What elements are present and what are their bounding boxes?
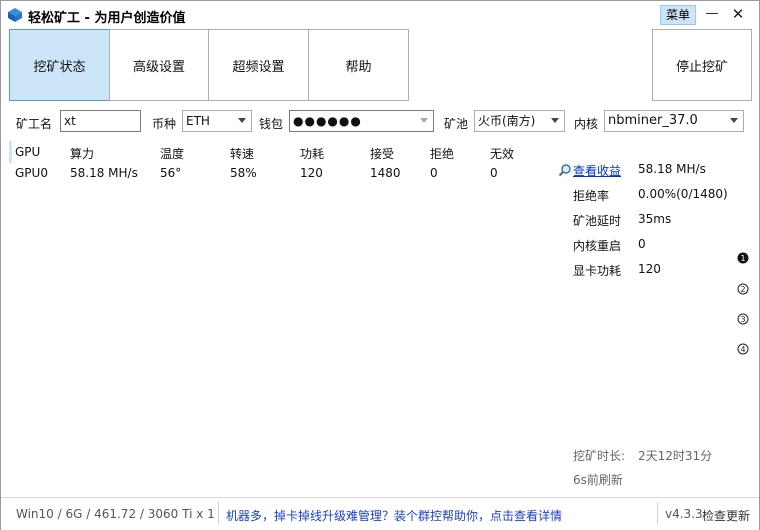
cell-fan-speed: 58% [230, 166, 257, 180]
app-window: 轻松矿工 - 为用户创造价值 菜单 — ✕ 挖矿状态 高级设置 超频设置 帮助 … [0, 0, 760, 530]
minimize-button[interactable]: — [703, 5, 721, 23]
column-header-invalid: 无效 [490, 147, 515, 161]
status-separator [657, 502, 658, 524]
table-header-stripe [9, 141, 12, 163]
tab-label: 挖矿状态 [33, 59, 86, 75]
pool-select[interactable]: 火币(南方) [474, 110, 565, 132]
tab-label: 高级设置 [132, 59, 185, 75]
pool-label: 矿池 [444, 117, 469, 131]
kernel-select-value: nbminer_37.0 [608, 113, 698, 128]
coin-select[interactable]: ETH [182, 110, 252, 132]
cell-temperature: 56° [160, 166, 182, 180]
check-update-button[interactable]: 检查更新 [702, 507, 750, 524]
tab-mining-status[interactable]: 挖矿状态 [9, 29, 110, 101]
total-hashrate-value: 58.18 MH/s [638, 162, 706, 176]
page-dot-label: 3 [740, 315, 745, 324]
pool-latency-label: 矿池延时 [573, 214, 622, 228]
wallet-label: 钱包 [259, 117, 284, 131]
magnifier-icon [558, 164, 571, 177]
gpu-power-value: 120 [638, 262, 661, 276]
refresh-status: 6s前刷新 [573, 473, 623, 487]
chevron-down-icon [238, 118, 246, 123]
app-logo-icon [8, 8, 22, 22]
pool-select-value: 火币(南方) [478, 114, 536, 128]
gpu-table: GPU 算力 温度 转速 功耗 接受 拒绝 无效 GPU0 58.18 MH/s… [9, 141, 549, 491]
wallet-input[interactable]: ●●●●●● [289, 110, 434, 132]
cell-gpu: GPU0 [15, 166, 48, 180]
page-dot-2[interactable]: 2 [737, 283, 749, 295]
version-label: v4.3.3 [665, 507, 703, 521]
group-control-promo-link[interactable]: 机器多，掉卡掉线升级难管理？装个群控帮助你，点击查看详情 [226, 507, 562, 524]
chevron-down-icon [420, 118, 428, 123]
column-header-hashrate: 算力 [70, 147, 95, 161]
page-dot-label: 2 [740, 285, 745, 294]
kernel-restart-value: 0 [638, 237, 646, 251]
title-bar[interactable]: 轻松矿工 - 为用户创造价值 菜单 — ✕ [1, 1, 759, 29]
status-bar: Win10 / 6G / 461.72 / 3060 Ti x 1 机器多，掉卡… [1, 497, 759, 530]
stop-mining-label: 停止挖矿 [675, 59, 728, 75]
close-button[interactable]: ✕ [729, 5, 747, 23]
window-title: 轻松矿工 - 为用户创造价值 [28, 11, 186, 26]
wallet-masked-value: ●●●●●● [293, 114, 362, 128]
column-header-accepted: 接受 [370, 147, 395, 161]
view-earnings-link[interactable]: 查看收益 [573, 162, 621, 179]
page-dot-3[interactable]: 3 [737, 313, 749, 325]
column-header-rejected: 拒绝 [430, 147, 455, 161]
kernel-restart-label: 内核重启 [573, 239, 622, 253]
cell-hashrate: 58.18 MH/s [70, 166, 138, 180]
status-separator [218, 502, 219, 524]
tab-advanced-settings[interactable]: 高级设置 [109, 29, 209, 101]
mining-time-value: 2天12时31分 [638, 449, 713, 463]
column-header-fan-speed: 转速 [230, 147, 255, 161]
coin-select-value: ETH [186, 114, 210, 128]
page-dot-label: 4 [740, 345, 745, 354]
chevron-down-icon [730, 118, 738, 123]
kernel-label: 内核 [574, 117, 599, 131]
cell-power: 120 [300, 166, 323, 180]
stop-mining-button[interactable]: 停止挖矿 [652, 29, 752, 101]
coin-label: 币种 [152, 117, 177, 131]
gpu-power-label: 显卡功耗 [573, 264, 622, 278]
miner-name-label: 矿工名 [16, 117, 53, 131]
tab-label: 帮助 [345, 59, 372, 75]
menu-button[interactable]: 菜单 [660, 5, 696, 25]
page-dot-4[interactable]: 4 [737, 343, 749, 355]
page-dot-1[interactable]: 1 [737, 252, 749, 264]
miner-name-input[interactable]: xt [60, 110, 141, 132]
column-header-temperature: 温度 [160, 147, 185, 161]
tab-label: 超频设置 [232, 59, 285, 75]
pool-latency-value: 35ms [638, 212, 672, 226]
mining-time-label: 挖矿时长: [573, 449, 626, 463]
cell-rejected: 0 [430, 166, 438, 180]
cell-invalid: 0 [490, 166, 498, 180]
reject-rate-value: 0.00%(0/1480) [638, 187, 728, 201]
system-info: Win10 / 6G / 461.72 / 3060 Ti x 1 [16, 507, 215, 521]
cell-accepted: 1480 [370, 166, 401, 180]
tab-overclock-settings[interactable]: 超频设置 [208, 29, 309, 101]
column-header-gpu: GPU [15, 145, 41, 159]
column-header-power: 功耗 [300, 147, 325, 161]
chevron-down-icon [551, 118, 559, 123]
tab-help[interactable]: 帮助 [308, 29, 409, 101]
kernel-select[interactable]: nbminer_37.0 [604, 110, 744, 132]
page-dot-label: 1 [740, 254, 745, 263]
reject-rate-label: 拒绝率 [573, 189, 610, 203]
